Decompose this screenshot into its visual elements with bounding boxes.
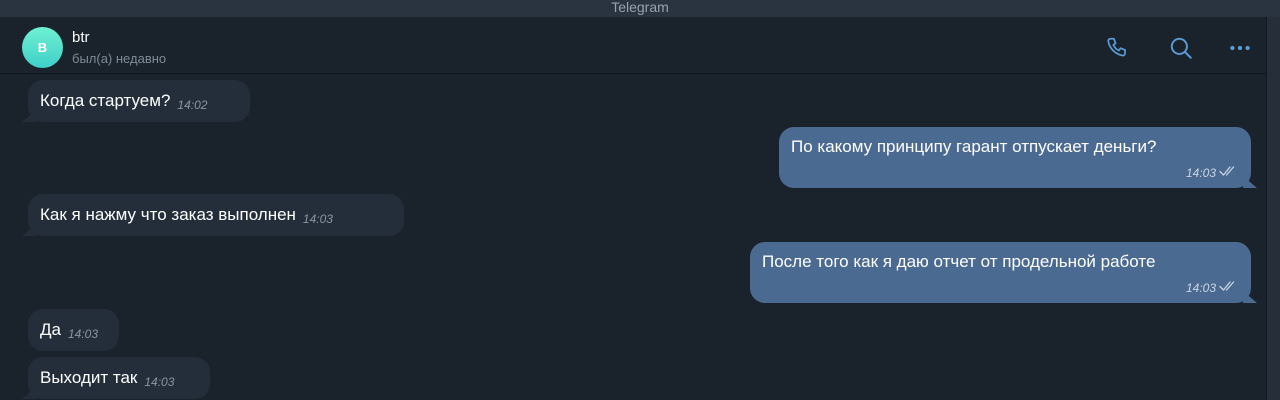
message-incoming[interactable]: Да 14:03 [28, 309, 119, 351]
message-text: Когда стартуем? [40, 91, 171, 110]
message-text: После того как я даю отчет от продельной… [762, 252, 1156, 271]
double-check-icon [1219, 279, 1237, 297]
message-text: Выходит так [40, 368, 138, 387]
message-time: 14:03 [1185, 281, 1216, 295]
message-incoming[interactable]: Когда стартуем? 14:02 [22, 80, 250, 122]
message-list[interactable]: Когда стартуем? 14:02 По какому принципу… [0, 75, 1266, 400]
avatar[interactable]: B [22, 27, 63, 68]
search-icon[interactable] [1167, 34, 1195, 62]
message-text: По какому принципу гарант отпускает день… [791, 137, 1157, 156]
contact-status: был(а) недавно [72, 51, 167, 66]
bubble-tail [1243, 291, 1257, 303]
double-check-icon [1219, 164, 1237, 182]
bubble-tail [1243, 176, 1257, 188]
message-outgoing[interactable]: После того как я даю отчет от продельной… [750, 242, 1257, 303]
message-time: 14:03 [67, 327, 98, 341]
message-time: 14:02 [177, 98, 208, 112]
bubble-tail [22, 224, 36, 236]
scrollbar[interactable] [1266, 17, 1280, 400]
message-incoming[interactable]: Выходит так 14:03 [22, 357, 210, 399]
phone-icon[interactable] [1104, 34, 1132, 62]
chat-header: B btr был(а) недавно [0, 17, 1266, 74]
message-text: Да [40, 320, 61, 339]
message-text: Как я нажму что заказ выполнен [40, 205, 296, 224]
bubble-tail [22, 387, 36, 399]
contact-name[interactable]: btr [72, 29, 90, 46]
bubble-tail [22, 110, 36, 122]
message-time: 14:03 [144, 375, 175, 389]
window-title: Telegram [0, 0, 1280, 17]
message-time: 14:03 [302, 212, 333, 226]
message-outgoing[interactable]: По какому принципу гарант отпускает день… [779, 127, 1257, 188]
message-incoming[interactable]: Как я нажму что заказ выполнен 14:03 [22, 194, 404, 236]
message-time: 14:03 [1185, 166, 1216, 180]
more-icon[interactable] [1226, 34, 1254, 62]
